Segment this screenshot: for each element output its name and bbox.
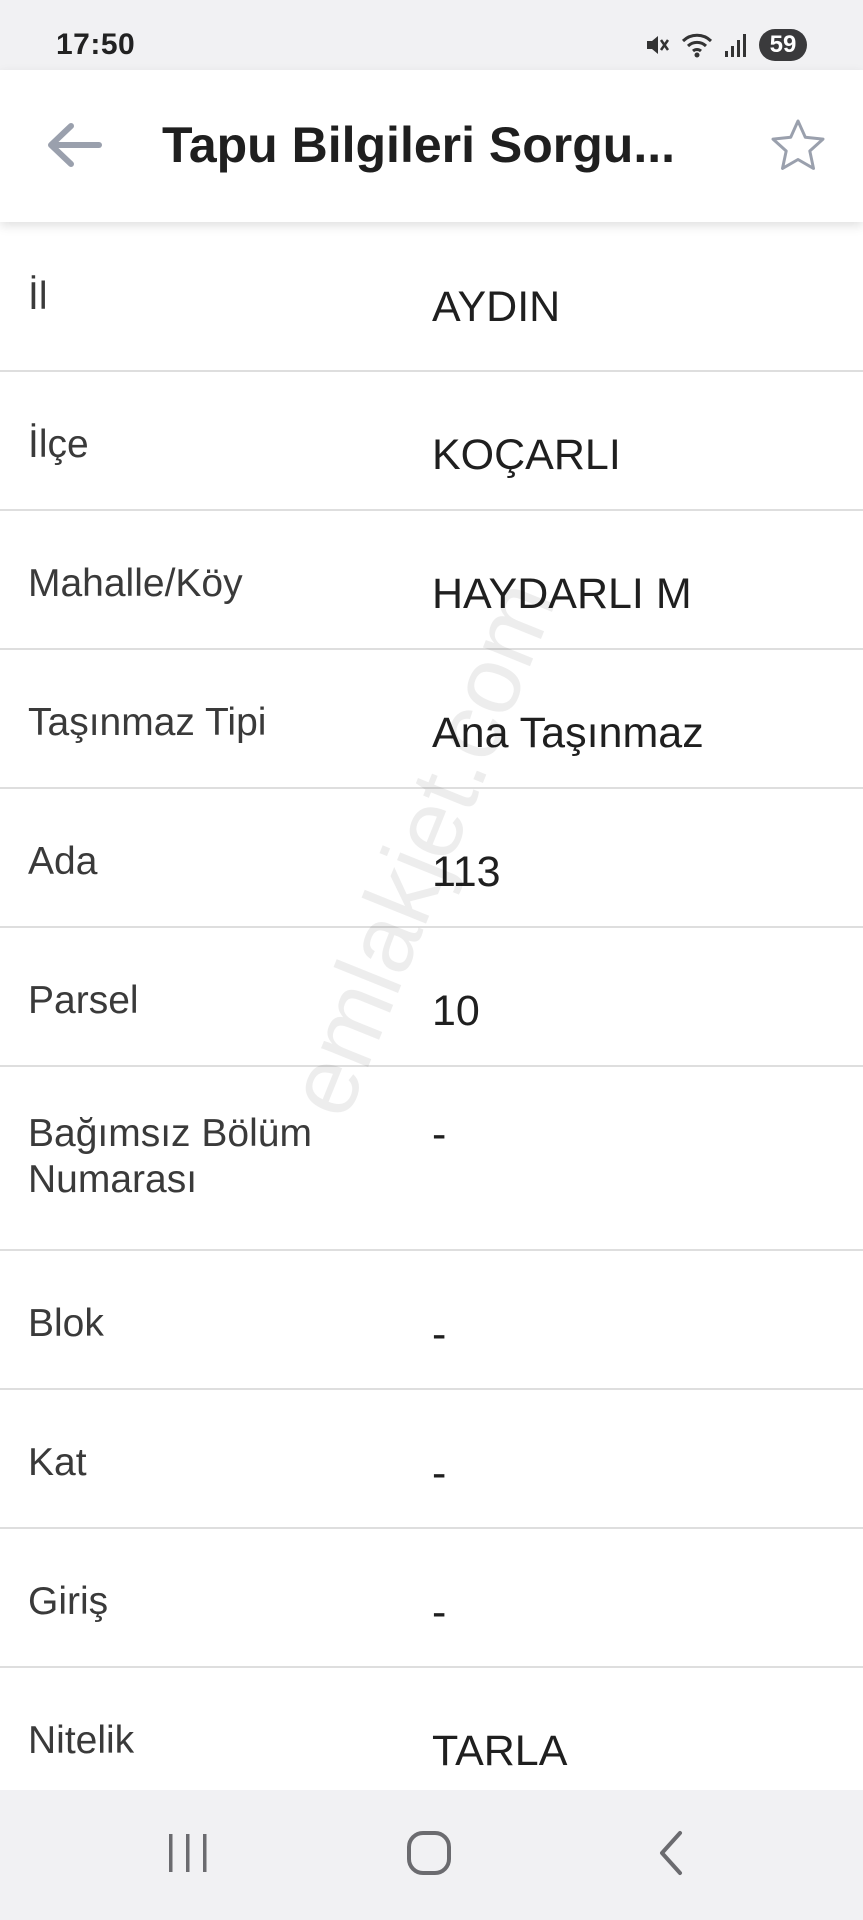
back-button[interactable]	[38, 112, 108, 182]
app-bar: Tapu Bilgileri Sorgu...	[0, 70, 863, 222]
row-value: KOÇARLI	[432, 431, 621, 479]
screen: 17:50 59 Tapu Bilgileri Sorgu... İl AYDI…	[0, 0, 863, 1920]
info-row-kat: Kat -	[0, 1390, 863, 1529]
row-label: Ada	[28, 840, 98, 883]
status-icons: 59	[643, 28, 807, 62]
recent-apps-button[interactable]	[143, 1820, 233, 1890]
mute-icon	[643, 31, 671, 59]
navigation-bar	[0, 1790, 863, 1920]
info-row-il: İl AYDIN	[0, 222, 863, 372]
star-outline-icon	[770, 118, 826, 177]
status-bar: 17:50 59	[0, 0, 863, 70]
home-icon	[405, 1829, 453, 1882]
nav-back-button[interactable]	[626, 1820, 716, 1890]
row-label: Parsel	[28, 979, 139, 1022]
row-value: Ana Taşınmaz	[432, 709, 704, 757]
row-label: Kat	[28, 1441, 87, 1484]
info-row-ilce: İlçe KOÇARLI	[0, 372, 863, 511]
info-row-bagimsiz-bolum: Bağımsız Bölüm Numarası -	[0, 1067, 863, 1251]
home-button[interactable]	[384, 1820, 474, 1890]
row-label: Mahalle/Köy	[28, 562, 243, 605]
info-row-tasinmaz-tipi: Taşınmaz Tipi Ana Taşınmaz	[0, 650, 863, 789]
property-info-list: İl AYDIN İlçe KOÇARLI Mahalle/Köy HAYDAR…	[0, 222, 863, 1790]
row-label: Taşınmaz Tipi	[28, 701, 267, 744]
row-value: -	[432, 1588, 447, 1636]
info-row-giris: Giriş -	[0, 1529, 863, 1668]
signal-icon	[723, 31, 749, 59]
row-label: İlçe	[28, 423, 89, 466]
row-value: -	[432, 1110, 447, 1158]
battery-indicator: 59	[759, 29, 807, 61]
row-value: AYDIN	[432, 283, 561, 331]
nav-back-icon	[654, 1829, 688, 1882]
info-row-parsel: Parsel 10	[0, 928, 863, 1067]
wifi-icon	[681, 31, 713, 59]
row-value: -	[432, 1310, 447, 1358]
info-row-ada: Ada 113	[0, 789, 863, 928]
row-label: Bağımsız Bölüm Numarası	[28, 1112, 312, 1201]
row-label: İl	[28, 275, 48, 318]
info-row-mahalle-koy: Mahalle/Köy HAYDARLI M	[0, 511, 863, 650]
status-time: 17:50	[56, 28, 136, 61]
recent-apps-icon	[165, 1831, 211, 1880]
info-row-blok: Blok -	[0, 1251, 863, 1390]
page-title: Tapu Bilgileri Sorgu...	[162, 117, 675, 173]
row-label: Blok	[28, 1302, 104, 1345]
row-value: TARLA	[432, 1727, 568, 1775]
info-row-nitelik: Nitelik TARLA	[0, 1668, 863, 1790]
row-value: 113	[432, 848, 501, 896]
favorite-button[interactable]	[763, 112, 833, 182]
row-value: HAYDARLI M	[432, 570, 692, 618]
row-value: -	[432, 1449, 447, 1497]
row-label: Nitelik	[28, 1719, 135, 1762]
row-label: Giriş	[28, 1580, 109, 1623]
arrow-left-icon	[41, 120, 105, 175]
row-value: 10	[432, 987, 480, 1035]
